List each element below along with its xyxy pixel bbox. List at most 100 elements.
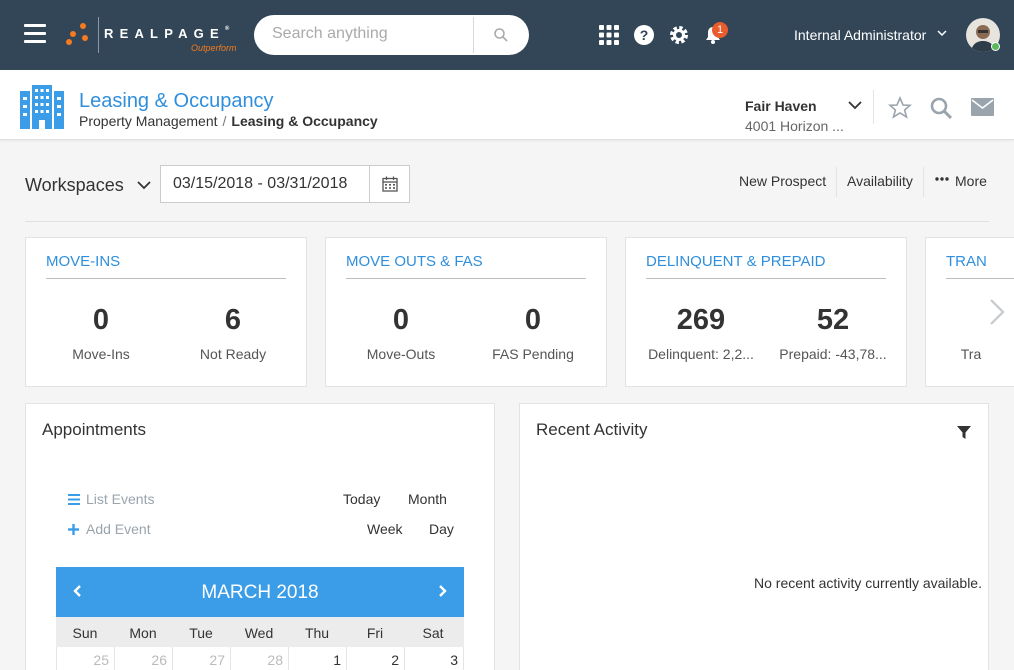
brand-tagline: Outperform: [191, 43, 237, 53]
user-name[interactable]: Internal Administrator: [794, 27, 926, 43]
calendar-day-cell[interactable]: 1: [288, 647, 346, 670]
empty-state-message: No recent activity currently available.: [754, 575, 982, 591]
workspaces-dropdown[interactable]: Workspaces: [25, 175, 124, 196]
mail-icon[interactable]: [971, 98, 994, 116]
header-divider: [873, 90, 874, 124]
calendar-day-cell[interactable]: 3: [404, 647, 464, 670]
plus-icon: [68, 524, 79, 535]
action-divider: [923, 167, 924, 197]
favorite-star-icon[interactable]: [888, 96, 912, 120]
search-input[interactable]: [272, 25, 467, 43]
calendar-day-cell[interactable]: 2: [346, 647, 404, 670]
chevron-right-icon[interactable]: [989, 298, 1005, 326]
brand-logo-text: REALPAGE®: [104, 26, 230, 41]
weekday-label: Tue: [189, 625, 213, 641]
panel-title: Appointments: [42, 420, 146, 439]
more-label: More: [955, 173, 987, 189]
list-icon: [68, 494, 80, 505]
date-picker-button[interactable]: [369, 165, 410, 203]
tile-title[interactable]: MOVE-INS: [46, 253, 120, 270]
property-selector-chevron-icon[interactable]: [848, 98, 862, 112]
tile-divider: [946, 278, 1014, 279]
search-icon[interactable]: [929, 96, 953, 120]
view-day-button[interactable]: Day: [429, 521, 454, 537]
tile-title[interactable]: TRAN: [946, 253, 987, 270]
apps-grid-icon[interactable]: [597, 23, 621, 47]
view-today-button[interactable]: Today: [343, 491, 380, 507]
metric-value[interactable]: 0: [346, 304, 456, 337]
tile-delinquent-prepaid: DELINQUENT & PREPAID 269 Delinquent: 2,2…: [625, 237, 907, 387]
date-range-input[interactable]: [160, 165, 370, 203]
metric-label: Move-Outs: [366, 346, 436, 362]
tile-title[interactable]: DELINQUENT & PREPAID: [646, 253, 826, 270]
breadcrumb-link-property-management[interactable]: Property Management: [79, 113, 218, 129]
panel-title: Recent Activity: [536, 420, 648, 439]
metric-value[interactable]: 6: [178, 304, 288, 337]
metric-value[interactable]: 269: [646, 304, 756, 337]
search-icon: [493, 28, 508, 42]
weekday-label: Fri: [366, 625, 384, 641]
breadcrumb-current: Leasing & Occupancy: [231, 113, 378, 129]
online-status-dot: [991, 42, 1000, 51]
appointments-panel: Appointments List Events Add Event Today…: [25, 403, 495, 670]
calendar-day-cell[interactable]: 28: [230, 647, 288, 670]
tile-divider: [646, 278, 886, 279]
workspace-divider: [25, 221, 989, 222]
chevron-right-icon[interactable]: [438, 584, 448, 598]
property-name[interactable]: Fair Haven: [745, 98, 817, 114]
metric-label: Prepaid: -43,78...: [779, 346, 887, 362]
page-title: Leasing & Occupancy: [79, 90, 274, 112]
global-search: [254, 15, 529, 55]
calendar-weekday-row: Sun Mon Tue Wed Thu Fri Sat: [56, 617, 464, 647]
weekday-label: Mon: [129, 625, 157, 641]
metric-label: Not Ready: [199, 346, 267, 362]
help-icon[interactable]: ?: [632, 23, 656, 47]
svg-text:?: ?: [640, 27, 649, 43]
calendar-day-cell[interactable]: 26: [114, 647, 172, 670]
settings-gear-icon[interactable]: [667, 23, 691, 47]
calendar-day-cell[interactable]: 25: [56, 647, 114, 670]
breadcrumb-separator: /: [222, 113, 227, 129]
hamburger-menu-icon[interactable]: [24, 24, 46, 44]
chevron-down-icon[interactable]: [937, 28, 947, 38]
building-icon: [20, 85, 64, 129]
tile-title[interactable]: MOVE OUTS & FAS: [346, 253, 483, 270]
calendar-day-cell[interactable]: 27: [172, 647, 230, 670]
metric-label: Tra: [960, 346, 982, 362]
tile-divider: [46, 278, 286, 279]
top-navigation-bar: REALPAGE® Outperform ? 1 Internal Admini…: [0, 0, 1014, 70]
search-button[interactable]: [473, 17, 527, 53]
filter-icon[interactable]: [957, 426, 971, 440]
action-divider: [836, 167, 837, 197]
view-week-button[interactable]: Week: [367, 521, 403, 537]
add-event-link[interactable]: Add Event: [68, 521, 151, 537]
breadcrumb: Property Management / Leasing & Occupancy: [79, 113, 378, 129]
view-month-button[interactable]: Month: [408, 491, 447, 507]
tile-move-outs: MOVE OUTS & FAS 0 Move-Outs 0 FAS Pendin…: [325, 237, 607, 387]
calendar-week-row: 25 26 27 28 1 2 3: [56, 647, 464, 670]
list-events-link[interactable]: List Events: [68, 491, 154, 507]
availability-link[interactable]: Availability: [847, 173, 913, 189]
more-menu-button[interactable]: More: [935, 173, 987, 189]
tile-divider: [346, 278, 586, 279]
calendar-header: MARCH 2018: [56, 567, 464, 617]
weekday-label: Sat: [422, 625, 444, 641]
weekday-label: Sun: [72, 625, 98, 641]
weekday-label: Wed: [244, 625, 274, 641]
logo-divider: [98, 17, 99, 53]
notification-count-badge: 1: [712, 22, 728, 38]
metric-value[interactable]: 0: [46, 304, 156, 337]
more-dots-icon: [935, 177, 949, 181]
metric-value[interactable]: 52: [778, 304, 888, 337]
tile-move-ins: MOVE-INS 0 Move-Ins 6 Not Ready: [25, 237, 307, 387]
metric-label: Move-Ins: [72, 346, 130, 362]
realpage-logo-icon: [66, 23, 92, 45]
metric-label: FAS Pending: [492, 346, 574, 362]
metric-value[interactable]: 0: [478, 304, 588, 337]
chevron-down-icon[interactable]: [137, 178, 151, 192]
property-address: 4001 Horizon ...: [745, 118, 844, 134]
new-prospect-link[interactable]: New Prospect: [739, 173, 826, 189]
calendar-month-title: MARCH 2018: [201, 582, 319, 603]
calendar-icon: [381, 176, 398, 192]
page-header: Leasing & Occupancy Property Management /…: [0, 70, 1014, 140]
